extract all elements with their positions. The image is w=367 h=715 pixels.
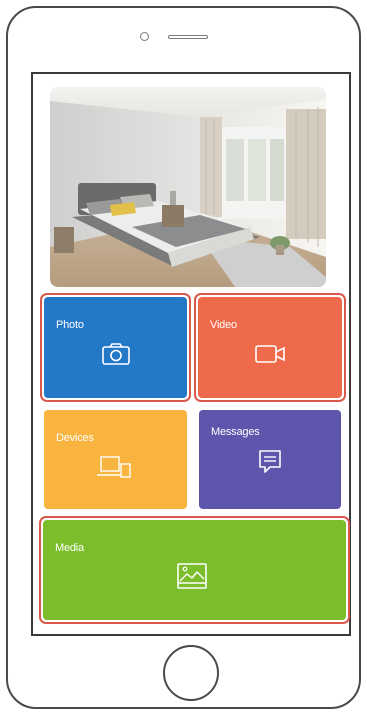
camera-icon <box>102 343 130 370</box>
bedroom-photo <box>50 87 326 287</box>
photo-tile[interactable]: Photo <box>44 297 187 398</box>
earpiece-speaker <box>168 35 208 39</box>
media-tile-label: Media <box>55 542 84 554</box>
video-camera-icon <box>255 344 287 369</box>
devices-tile[interactable]: Devices <box>44 410 187 509</box>
chat-bubble-icon <box>258 449 282 480</box>
front-camera <box>140 32 149 41</box>
image-icon <box>177 563 207 594</box>
devices-tile-label: Devices <box>56 432 94 444</box>
video-tile[interactable]: Video <box>198 297 342 398</box>
photo-tile-label: Photo <box>56 319 84 331</box>
home-button[interactable] <box>163 645 219 701</box>
devices-icon <box>97 455 131 484</box>
media-tile[interactable]: Media <box>43 520 346 620</box>
messages-tile-label: Messages <box>211 426 260 438</box>
video-tile-label: Video <box>210 319 237 331</box>
messages-tile[interactable]: Messages <box>199 410 341 509</box>
